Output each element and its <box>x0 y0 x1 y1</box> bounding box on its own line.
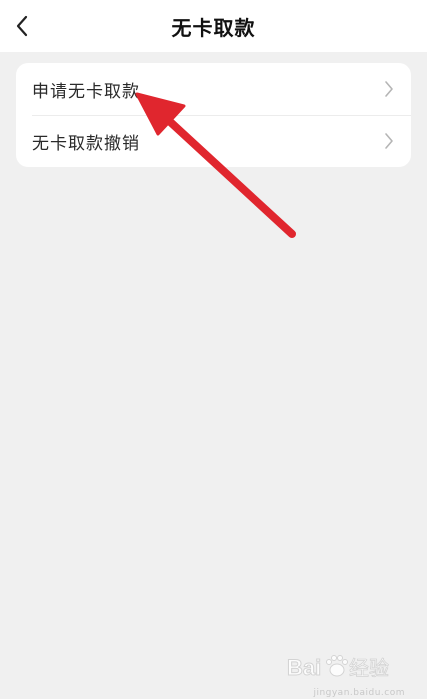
menu-item-label: 无卡取款撤销 <box>32 133 140 154</box>
menu-item-cancel-cardless-withdrawal[interactable]: 无卡取款撤销 <box>16 115 411 167</box>
menu-item-label: 申请无卡取款 <box>32 81 140 102</box>
back-button[interactable] <box>8 10 36 42</box>
page-title: 无卡取款 <box>171 16 256 40</box>
baidu-jingyan-logo: Bai 经验 <box>287 655 389 681</box>
watermark-url: jingyan.baidu.com <box>313 688 405 698</box>
chevron-right-icon <box>385 81 393 97</box>
menu-item-apply-cardless-withdrawal[interactable]: 申请无卡取款 <box>16 63 411 115</box>
chevron-left-icon <box>16 15 28 37</box>
svg-text:经验: 经验 <box>349 656 389 680</box>
menu-card: 申请无卡取款 无卡取款撤销 <box>16 63 411 167</box>
chevron-right-icon <box>385 133 393 149</box>
nav-bar: 无卡取款 <box>0 0 427 52</box>
svg-text:Bai: Bai <box>287 655 321 680</box>
